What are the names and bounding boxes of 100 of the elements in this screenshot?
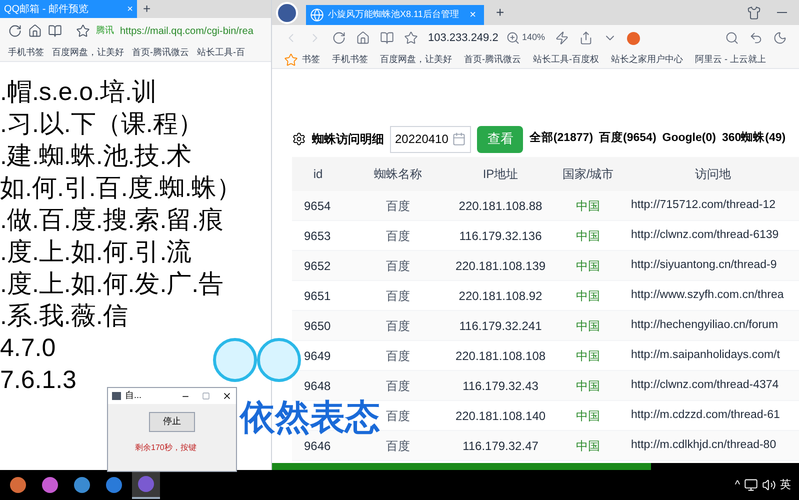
search-icon <box>725 31 739 45</box>
shirt-icon <box>747 6 761 20</box>
network-icon <box>744 478 758 492</box>
close-icon[interactable] <box>222 391 232 401</box>
bookmark-link[interactable]: 站长工具-百 <box>197 46 245 60</box>
star-icon <box>76 24 90 38</box>
section-title: 蜘蛛访问明细 <box>312 131 384 148</box>
count-filter[interactable]: 全部(21877) <box>529 130 594 148</box>
table-cell-text: 220.181.108.92 <box>458 288 544 304</box>
table-cell-text: 116.179.32.241 <box>458 318 543 334</box>
bookmark-link[interactable]: 阿里云 - 上云就上 <box>695 52 766 66</box>
table-cell-text: 中国 <box>575 378 601 394</box>
share-icon <box>579 31 594 45</box>
language-indicator[interactable]: 英 <box>780 476 791 494</box>
table-cell-text: 9652 <box>303 258 332 274</box>
table-cell-text: 中国 <box>575 438 601 454</box>
text-line: 4.7.0 <box>0 333 56 364</box>
table-cell-text: 百度 <box>385 288 411 304</box>
text-line: .帽.s.e.o.培.训 <box>0 77 157 108</box>
column-header: id <box>312 166 324 183</box>
table-cell-text: 9653 <box>303 228 332 244</box>
volume-icon <box>762 478 776 492</box>
table-cell-text: 百度 <box>385 198 411 214</box>
bookmark-link[interactable]: 首页-腾讯微云 <box>132 46 189 60</box>
text-line: .度.上.如.何.引.流 <box>0 237 192 268</box>
table-cell-text: http://hechengyiliao.cn/forum <box>630 318 780 333</box>
app-icon <box>112 392 121 400</box>
table-cell-text: 220.181.108.140 <box>454 408 547 424</box>
count-filter[interactable]: 百度(9654) <box>599 130 656 148</box>
table-cell-text: http://m.cdlkhjd.cn/thread-80 <box>630 438 778 453</box>
text-line: .做.百.度.搜.索.留.痕 <box>0 205 224 236</box>
bookmark-link[interactable]: 百度网盘，让美好 <box>380 52 452 66</box>
bookmark-link[interactable]: 手机书签 <box>8 46 44 60</box>
text-line: 7.6.1.3 <box>0 365 76 396</box>
overlay-caption: 依然表态 <box>240 400 380 435</box>
countdown-message: 剩余170秒，按键 <box>135 442 198 454</box>
refresh-icon <box>8 24 22 38</box>
table-cell-text: 百度 <box>385 258 411 274</box>
table-cell-text: 9649 <box>303 348 332 364</box>
table-cell-text: 116.179.32.136 <box>458 228 543 244</box>
table-cell-text: 9650 <box>303 318 332 334</box>
table-cell-text: 中国 <box>575 348 601 364</box>
table-cell-text: 9651 <box>303 288 332 304</box>
url-field[interactable]: 103.233.249.2 <box>428 30 496 46</box>
table-cell-text: 中国 <box>575 288 601 304</box>
column-header: 蜘蛛名称 <box>373 166 423 183</box>
taskbar-app-button[interactable] <box>132 471 160 499</box>
text-line: .系.我.薇.信 <box>0 301 128 332</box>
zoom-level: 140% <box>522 31 546 44</box>
url-field[interactable]: https://mail.qq.com/cgi-bin/rea <box>120 24 254 38</box>
column-header: 国家/城市 <box>561 166 615 183</box>
home-icon <box>28 24 42 38</box>
table-cell-text: http://m.saipanholidays.com/t <box>630 348 781 363</box>
table-cell-text: http://siyuantong.cn/thread-9 <box>630 258 778 273</box>
text-line: .建.蜘.蛛.池.技.术 <box>0 141 192 172</box>
table-cell-text: 中国 <box>575 258 601 274</box>
lightning-icon <box>555 31 570 45</box>
bookmark-link[interactable]: 站长之家用户中心 <box>611 52 683 66</box>
table-cell-text: 116.179.32.47 <box>462 438 540 454</box>
table-cell-text: 9648 <box>303 378 332 394</box>
table-cell-text: 中国 <box>575 318 601 334</box>
star-icon <box>404 31 418 45</box>
table-cell-text: 中国 <box>575 228 601 244</box>
bookmark-link[interactable]: 首页-腾讯微云 <box>464 52 521 66</box>
table-cell-text: 百度 <box>385 408 411 424</box>
count-filter[interactable]: 360蜘蛛(49) <box>722 130 786 148</box>
count-filter[interactable]: Google(0) <box>662 130 716 148</box>
table-cell-text: 220.181.108.139 <box>454 258 547 274</box>
bookmark-link[interactable]: 手机书签 <box>332 52 368 66</box>
search-engine-icon <box>627 32 640 44</box>
table-cell-text: 百度 <box>385 228 411 244</box>
text-line: .习.以.下（课.程） <box>0 109 203 140</box>
text-line: .度.上.如.何.发.广.告 <box>0 269 224 300</box>
book-icon <box>380 31 394 45</box>
stop-button[interactable]: 停止 <box>149 412 195 432</box>
table-cell-text: 116.179.32.43 <box>462 378 540 394</box>
moon-icon <box>773 31 787 45</box>
table-cell-text: 百度 <box>385 318 411 334</box>
undo-icon <box>749 31 763 45</box>
bookmark-link[interactable]: 站长工具-百度权 <box>533 52 599 66</box>
new-tab-button[interactable]: + <box>488 2 512 23</box>
date-field[interactable]: 20220410 <box>390 126 472 152</box>
table-cell-text: 中国 <box>575 198 601 214</box>
table-cell-text: http://m.cdzzd.com/thread-61 <box>630 408 781 423</box>
bookmark-link[interactable]: 书签 <box>302 52 320 66</box>
table-cell-text: 220.181.108.108 <box>454 348 547 364</box>
site-label: 腾讯 <box>96 24 114 38</box>
table-cell-text: 9654 <box>303 198 332 214</box>
table-cell-text: http://www.szyfh.com.cn/threa <box>630 288 785 303</box>
book-icon <box>48 24 62 38</box>
gear-icon <box>292 132 306 146</box>
new-tab-button[interactable]: + <box>137 0 157 19</box>
globe-icon <box>310 8 324 22</box>
table-cell-text: 中国 <box>575 408 601 424</box>
table-cell-text: 百度 <box>385 348 411 364</box>
tray-caret[interactable]: ^ <box>734 476 740 494</box>
bookmark-link[interactable]: 百度网盘，让美好 <box>52 46 124 60</box>
home-icon <box>356 31 370 45</box>
refresh-icon <box>332 31 346 45</box>
dialog-title: 自... <box>125 389 143 402</box>
